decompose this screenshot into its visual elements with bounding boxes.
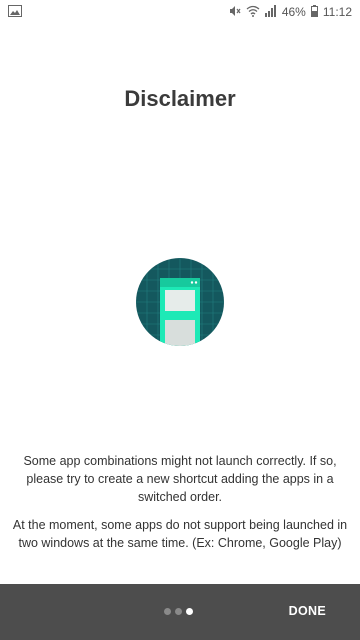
signal-icon: [264, 4, 277, 20]
status-bar: 46% 11:12: [0, 0, 360, 24]
image-notification-icon: [8, 4, 22, 20]
split-window-icon: [136, 258, 224, 346]
bottom-bar: DONE: [0, 584, 360, 640]
mute-icon: [229, 5, 241, 20]
page-dot-1: [164, 608, 171, 615]
page-indicator: [164, 608, 193, 615]
status-right: 46% 11:12: [229, 4, 352, 20]
page-dot-3-active: [186, 608, 193, 615]
page-title: Disclaimer: [124, 86, 236, 111]
page-dot-2: [175, 608, 182, 615]
disclaimer-paragraph-1: Some app combinations might not launch c…: [23, 454, 337, 504]
battery-percent: 46%: [281, 5, 306, 19]
battery-icon: [310, 4, 318, 20]
done-button[interactable]: DONE: [289, 604, 326, 618]
disclaimer-paragraph-2: At the moment, some apps do not support …: [12, 518, 348, 550]
status-left: [8, 4, 22, 20]
wifi-icon: [246, 5, 260, 20]
clock: 11:12: [322, 5, 352, 19]
